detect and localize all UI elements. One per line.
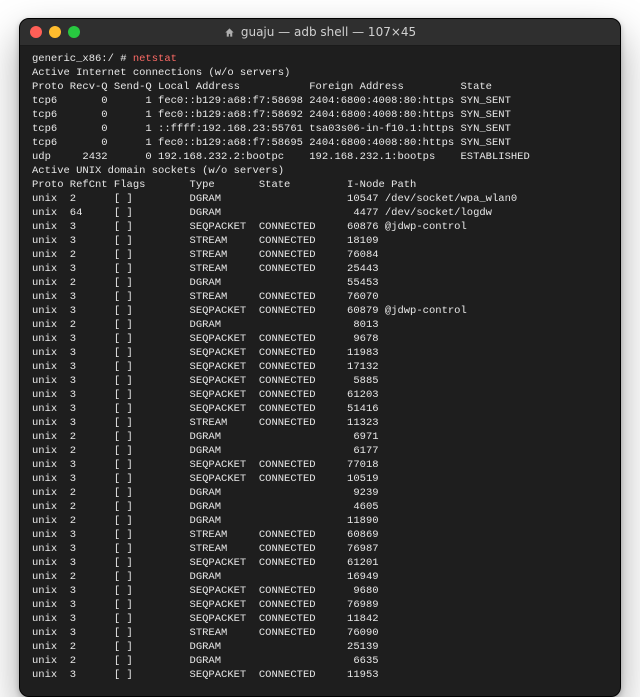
terminal-line: unix 2 [ ] DGRAM 6635 [32,654,608,668]
terminal-line: unix 2 [ ] DGRAM 11890 [32,514,608,528]
terminal-line: unix 3 [ ] SEQPACKET CONNECTED 5885 [32,374,608,388]
terminal-line: unix 3 [ ] STREAM CONNECTED 76987 [32,542,608,556]
terminal-line: unix 2 [ ] DGRAM 55453 [32,276,608,290]
terminal-line: unix 3 [ ] STREAM CONNECTED 18109 [32,234,608,248]
close-icon[interactable] [30,26,42,38]
terminal-line: unix 3 [ ] SEQPACKET CONNECTED 77018 [32,458,608,472]
terminal-line: unix 2 [ ] DGRAM 6971 [32,430,608,444]
terminal-line: unix 3 [ ] SEQPACKET CONNECTED 11953 [32,668,608,682]
terminal-line: unix 3 [ ] SEQPACKET CONNECTED 10519 [32,472,608,486]
terminal-line: tcp6 0 1 fec0::b129:a68:f7:58698 2404:68… [32,94,608,108]
terminal-line: unix 3 [ ] SEQPACKET CONNECTED 9678 [32,332,608,346]
terminal-line: tcp6 0 1 fec0::b129:a68:f7:58692 2404:68… [32,108,608,122]
terminal-line: unix 3 [ ] STREAM CONNECTED 11323 [32,416,608,430]
terminal-line: unix 3 [ ] SEQPACKET CONNECTED 51416 [32,402,608,416]
terminal-line: tcp6 0 1 ::ffff:192.168.23:55761 tsa03s0… [32,122,608,136]
terminal-line: unix 3 [ ] SEQPACKET CONNECTED 61201 [32,556,608,570]
terminal-line: unix 3 [ ] SEQPACKET CONNECTED 60876 @jd… [32,220,608,234]
terminal-line: unix 3 [ ] STREAM CONNECTED 25443 [32,262,608,276]
terminal-line: unix 3 [ ] STREAM CONNECTED 60869 [32,528,608,542]
minimize-icon[interactable] [49,26,61,38]
terminal-line: udp 2432 0 192.168.232.2:bootpc 192.168.… [32,150,608,164]
terminal-line: unix 3 [ ] SEQPACKET CONNECTED 60879 @jd… [32,304,608,318]
terminal-line: Proto Recv-Q Send-Q Local Address Foreig… [32,80,608,94]
titlebar: guaju — adb shell — 107×45 [20,19,620,46]
terminal-line: unix 2 [ ] DGRAM 4605 [32,500,608,514]
terminal-line: unix 2 [ ] DGRAM 16949 [32,570,608,584]
terminal-line: generic_x86:/ # netstat [32,52,608,66]
terminal-line: unix 3 [ ] SEQPACKET CONNECTED 17132 [32,360,608,374]
terminal-line: unix 2 [ ] DGRAM 6177 [32,444,608,458]
terminal-line: unix 3 [ ] SEQPACKET CONNECTED 11983 [32,346,608,360]
terminal-body[interactable]: generic_x86:/ # netstatActive Internet c… [20,46,620,696]
terminal-line: unix 2 [ ] STREAM CONNECTED 76084 [32,248,608,262]
terminal-line: Active Internet connections (w/o servers… [32,66,608,80]
terminal-line: unix 2 [ ] DGRAM 10547 /dev/socket/wpa_w… [32,192,608,206]
terminal-line: unix 3 [ ] STREAM CONNECTED 76090 [32,626,608,640]
terminal-line: unix 3 [ ] SEQPACKET CONNECTED 11842 [32,612,608,626]
terminal-line: unix 64 [ ] DGRAM 4477 /dev/socket/logdw [32,206,608,220]
terminal-line: unix 2 [ ] DGRAM 9239 [32,486,608,500]
terminal-line: unix 3 [ ] SEQPACKET CONNECTED 61203 [32,388,608,402]
terminal-line: Active UNIX domain sockets (w/o servers) [32,164,608,178]
window-title: guaju — adb shell — 107×45 [20,25,620,39]
zoom-icon[interactable] [68,26,80,38]
terminal-line: unix 2 [ ] DGRAM 25139 [32,640,608,654]
terminal-line: unix 3 [ ] STREAM CONNECTED 76070 [32,290,608,304]
terminal-line: unix 3 [ ] SEQPACKET CONNECTED 9680 [32,584,608,598]
home-icon [224,27,235,38]
terminal-line: unix 2 [ ] DGRAM 8013 [32,318,608,332]
terminal-line: tcp6 0 1 fec0::b129:a68:f7:58695 2404:68… [32,136,608,150]
terminal-window: guaju — adb shell — 107×45 generic_x86:/… [19,18,621,697]
terminal-line: unix 3 [ ] SEQPACKET CONNECTED 76989 [32,598,608,612]
window-title-text: guaju — adb shell — 107×45 [241,25,416,39]
terminal-line: Proto RefCnt Flags Type State I-Node Pat… [32,178,608,192]
